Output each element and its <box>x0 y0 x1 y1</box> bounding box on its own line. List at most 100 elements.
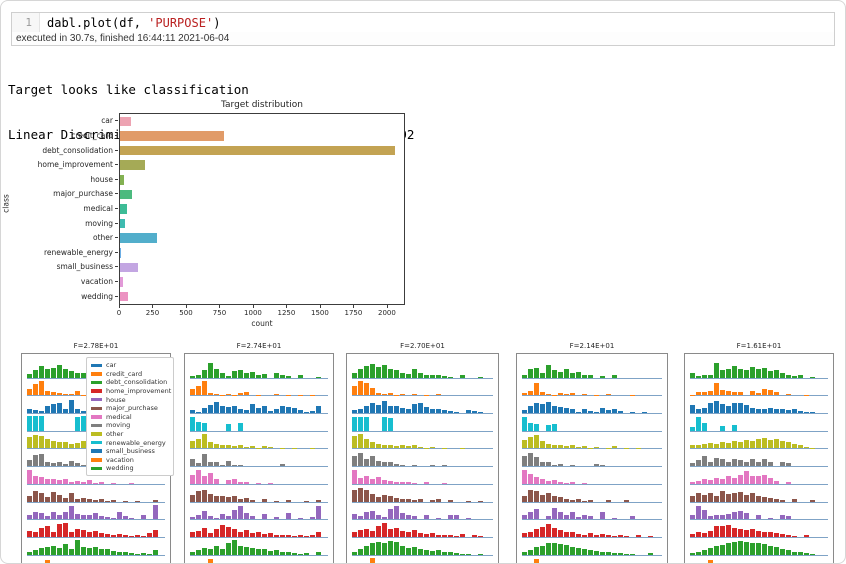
hist-bar <box>768 440 773 449</box>
hist-bar <box>27 530 32 537</box>
hist-row-home_improvement <box>690 520 828 538</box>
hist-bar <box>738 529 743 537</box>
hist-bar <box>582 514 587 520</box>
hist-bar <box>238 481 243 484</box>
hist-bar <box>690 515 695 520</box>
hist-bar <box>147 553 152 555</box>
hist-bar <box>33 491 38 502</box>
hist-bar <box>376 477 381 484</box>
hist-bar <box>27 496 32 502</box>
hist-row-car <box>690 396 828 415</box>
hist-bar <box>522 440 527 449</box>
hist-bar <box>280 406 285 414</box>
hist-bar <box>418 498 423 502</box>
hist-bar <box>558 511 563 520</box>
hist-bar <box>298 410 303 414</box>
hist-bar <box>774 499 779 502</box>
hist-bar <box>726 443 731 449</box>
hist-bar <box>316 532 321 537</box>
hist-bar <box>720 404 725 414</box>
hist-bar <box>606 552 611 555</box>
hist-bar <box>594 411 599 414</box>
hist-bar <box>280 447 285 449</box>
hist-bar <box>714 496 719 502</box>
hist-bar <box>702 456 707 467</box>
hist-bar <box>744 440 749 449</box>
hist-bar <box>45 369 50 378</box>
hist-bar <box>630 394 635 396</box>
hist-bar <box>540 527 545 537</box>
hist-bar <box>376 443 381 449</box>
panel-title: F=1.61E+01 <box>736 342 782 350</box>
target-bar <box>120 145 395 156</box>
hist-bar <box>153 550 158 555</box>
hist-bar <box>546 393 551 396</box>
hist-row-credit_card <box>190 379 328 397</box>
hist-bar <box>768 461 773 467</box>
hist-bar <box>75 443 80 449</box>
hist-bar <box>406 373 411 378</box>
hist-bar <box>546 443 551 449</box>
y-tick-mark <box>115 149 118 151</box>
legend-color-chip <box>91 397 102 402</box>
hist-bar <box>27 388 32 396</box>
hist-bar <box>750 367 755 378</box>
hist-bar <box>558 463 563 467</box>
hist-bar <box>726 476 731 484</box>
hist-bar <box>57 403 62 414</box>
hist-bar <box>618 410 623 414</box>
hist-bar <box>600 376 605 378</box>
hist-bar <box>111 500 116 502</box>
hist-bar <box>636 535 641 537</box>
x-tick-mark <box>119 305 120 308</box>
hist-bar <box>364 382 369 396</box>
hist-bar <box>33 410 38 414</box>
hist-row-debt_consolidation <box>690 361 828 379</box>
hist-bar <box>708 480 713 484</box>
hist-bar <box>39 454 44 467</box>
hist-bar <box>558 407 563 414</box>
hist-bar <box>708 560 713 563</box>
hist-bar <box>364 546 369 555</box>
hist-bar <box>382 494 387 502</box>
legend-item: credit_card <box>91 370 170 379</box>
hist-bar <box>268 550 273 555</box>
hist-bar <box>750 440 755 449</box>
hist-bar <box>75 498 80 502</box>
x-tick-mark <box>319 305 321 308</box>
y-tick-mark <box>115 281 118 283</box>
hist-bar <box>388 480 393 484</box>
hist-bar <box>358 381 363 396</box>
hist-bar <box>87 547 92 555</box>
hist-bar <box>63 523 68 537</box>
hist-bar <box>376 514 381 520</box>
hist-bar <box>111 550 116 555</box>
hist-bar <box>756 408 761 414</box>
legend-color-chip <box>91 415 102 419</box>
hist-bar <box>316 505 321 520</box>
hist-bar <box>780 515 785 520</box>
hist-bar <box>540 545 545 555</box>
hist-row-major_purchase <box>352 485 493 503</box>
hist-bar <box>540 440 545 449</box>
code-cell[interactable]: 1 dabl.plot(df, 'PURPOSE') <box>11 12 835 33</box>
hist-bar <box>448 376 453 378</box>
code-editor-line[interactable]: dabl.plot(df, 'PURPOSE') <box>40 13 220 32</box>
hist-bar <box>141 553 146 555</box>
hist-bar <box>226 480 231 484</box>
hist-bar <box>702 407 707 414</box>
hist-bar <box>63 544 68 555</box>
hist-bar <box>424 482 429 484</box>
hist-bar <box>394 527 399 537</box>
hist-bar <box>522 374 527 378</box>
hist-bar <box>370 387 375 396</box>
hist-bar <box>600 533 605 537</box>
hist-bar <box>388 445 393 449</box>
hist-bar <box>546 364 551 378</box>
hist-bar <box>472 410 477 414</box>
hist-bar <box>552 464 557 467</box>
target-distribution-chart: Target distribution class car credit_card… <box>1 96 431 336</box>
y-category-label: major_purchase <box>53 189 113 199</box>
hist-bar <box>564 369 569 378</box>
hist-bar <box>750 493 755 502</box>
